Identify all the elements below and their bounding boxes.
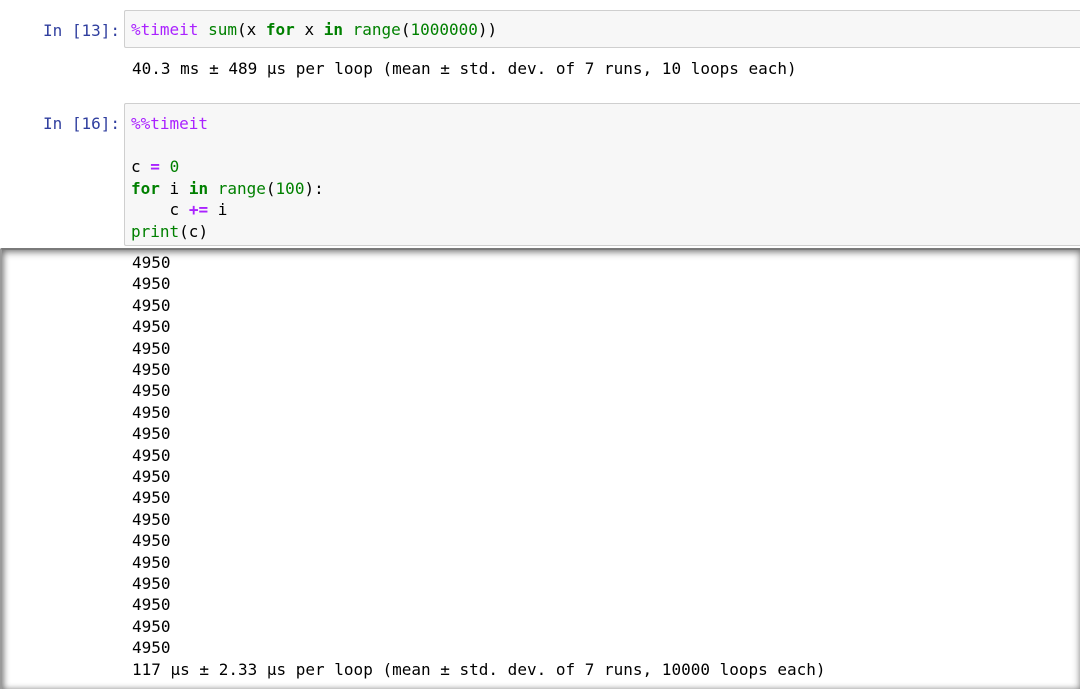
code-editor-13[interactable]: %timeit sum(x for x in range(1000000)) (125, 11, 1080, 41)
output-line: 4950 (132, 509, 171, 529)
code-input-13[interactable]: %timeit sum(x for x in range(1000000)) (124, 10, 1080, 48)
output-line: 4950 (132, 274, 171, 294)
magic-command: %timeit (131, 20, 199, 39)
output-line: 4950 (132, 574, 171, 593)
output-line: 4950 (132, 488, 171, 508)
cell-magic-command: %%timeit (131, 114, 209, 133)
code-input-16[interactable]: %%timeit c = 0 for i in range(100): c +=… (124, 103, 1080, 246)
output-line: 4950 (132, 467, 171, 486)
output-line: 4950 (132, 445, 171, 465)
input-prompt-13: In [13]: (42, 21, 120, 40)
code-cell-16[interactable]: In [16]: %%timeit c = 0 for i in range(1… (0, 103, 1080, 248)
output-line: 4950 (132, 295, 171, 315)
output-line: 4950 (132, 552, 171, 572)
output-line: 4950 (132, 360, 171, 379)
output-line: 4950 (132, 338, 171, 358)
output-line: 4950 (132, 253, 171, 272)
output-line: 4950 (132, 402, 171, 422)
output-line: 4950 (132, 616, 171, 636)
output-line: 4950 (132, 381, 171, 401)
output-line: 4950 (132, 595, 171, 615)
code-editor-16[interactable]: %%timeit c = 0 for i in range(100): c +=… (125, 104, 1080, 242)
output-line: 4950 (132, 638, 171, 658)
output-line: 4950 (132, 424, 171, 444)
output-scroll-area[interactable]: 4950 4950 4950 4950 4950 4950 4950 4950 … (0, 248, 1080, 689)
output-line: 4950 (132, 317, 171, 337)
input-prompt-16: In [16]: (42, 114, 120, 133)
code-cell-13[interactable]: In [13]: %timeit sum(x for x in range(10… (0, 10, 1080, 100)
output-text-13: 40.3 ms ± 489 µs per loop (mean ± std. d… (132, 59, 797, 78)
output-line: 4950 (132, 531, 171, 551)
timing-output: 117 µs ± 2.33 µs per loop (mean ± std. d… (132, 660, 826, 679)
